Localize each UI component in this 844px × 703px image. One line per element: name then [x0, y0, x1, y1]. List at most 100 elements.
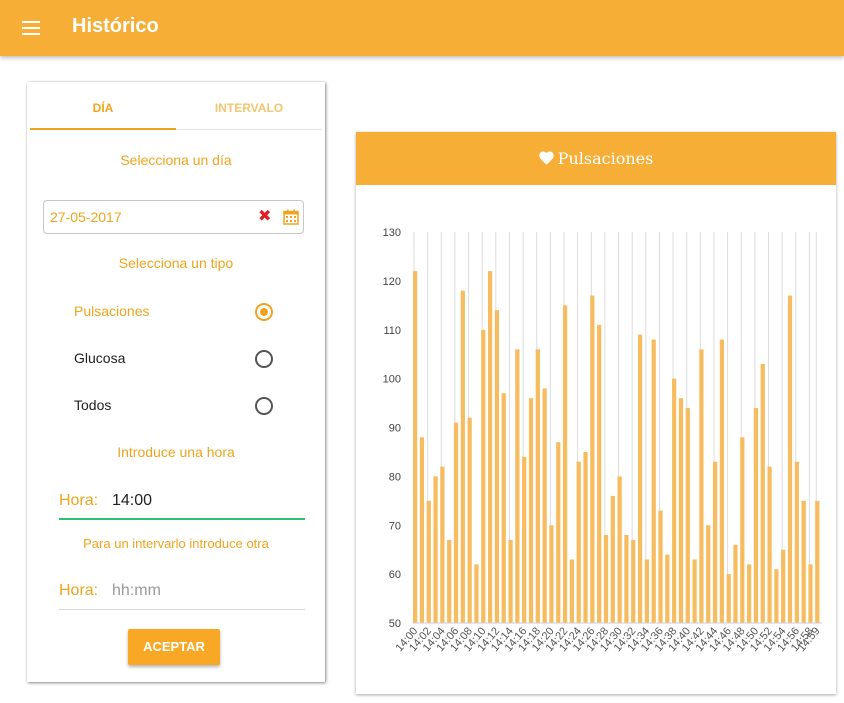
- radio-selected-icon[interactable]: [255, 303, 273, 321]
- hour2-field[interactable]: Hora: hh:mm: [59, 574, 305, 610]
- app-bar: Histórico: [0, 0, 844, 56]
- chart-bar: [753, 407, 759, 623]
- chart-bar: [494, 310, 500, 623]
- chart-bar: [426, 500, 431, 623]
- chart-bar: [617, 476, 622, 623]
- chart-bar: [781, 549, 786, 623]
- y-tick-label: 80: [389, 471, 401, 483]
- chart-bar: [542, 388, 547, 623]
- hour2-prefix: Hora:: [59, 582, 99, 599]
- tab-indicator: [30, 128, 176, 130]
- chart-bar: [549, 525, 554, 623]
- card-title: Pulsaciones: [557, 149, 654, 168]
- tab-dia[interactable]: DÍA: [30, 82, 176, 130]
- chart-bar: [672, 378, 677, 623]
- chart-bar: [610, 495, 615, 623]
- chart-bar: [808, 564, 813, 623]
- radio-unselected-icon[interactable]: [255, 397, 273, 415]
- hour-field[interactable]: Hora: 14:00: [59, 484, 305, 520]
- hour-prefix: Hora:: [59, 492, 99, 509]
- chart-bar: [726, 574, 731, 623]
- y-tick-label: 90: [389, 423, 401, 435]
- y-tick-label: 60: [389, 569, 401, 581]
- chart-bar: [597, 324, 602, 623]
- date-value[interactable]: 27-05-2017: [50, 209, 122, 225]
- chart-bar: [760, 363, 765, 623]
- y-tick-label: 50: [389, 618, 401, 630]
- chart-bar: [481, 329, 486, 623]
- chart-bar: [774, 569, 779, 623]
- chart-bar: [644, 559, 649, 623]
- chart-bar: [685, 407, 690, 623]
- clear-icon[interactable]: ✖: [258, 208, 271, 226]
- chart-bar: [569, 559, 575, 623]
- chart-bar: [712, 461, 718, 623]
- chart-bar: [794, 461, 799, 623]
- chart-bar: [562, 305, 568, 623]
- radio-label: Glucosa: [74, 350, 126, 366]
- chart-bar: [651, 339, 656, 623]
- chart-bar: [433, 476, 438, 623]
- hour2-input[interactable]: hh:mm: [112, 582, 161, 600]
- chart-bar: [419, 437, 425, 623]
- chart-bar: [508, 539, 513, 623]
- hour-input[interactable]: 14:00: [112, 492, 152, 510]
- chart-card: Pulsaciones 50 60 70 80 90 100 110 120 130 14:00 1…: [356, 132, 836, 694]
- chart-bar: [787, 295, 793, 623]
- focus-underline: [59, 518, 305, 520]
- interval-section-label: Para un intervarlo introduce otra: [83, 536, 269, 551]
- y-tick-label: 110: [383, 325, 401, 337]
- filter-panel: DÍA INTERVALO Selecciona un día 27-05-20…: [27, 82, 325, 682]
- chart-bar: [747, 564, 752, 623]
- chart-bar: [733, 544, 738, 623]
- chart-bar: [692, 559, 697, 623]
- radio-unselected-icon[interactable]: [255, 350, 273, 368]
- chart-bar: [637, 334, 643, 623]
- radio-label: Todos: [74, 397, 112, 413]
- chart-bar: [740, 437, 745, 623]
- chart-bar: [590, 295, 595, 623]
- chart-bar: [447, 539, 452, 623]
- chart-bar: [699, 349, 704, 623]
- radio-glucosa[interactable]: Glucosa: [74, 347, 274, 371]
- chart-bar: [706, 525, 711, 623]
- chart-bar: [440, 466, 445, 623]
- pulse-bar-chart: 506070809010011012013014:0014:0214:0414:…: [383, 227, 823, 654]
- page-title: Histórico: [72, 15, 159, 37]
- hour-section-label: Introduce una hora: [117, 444, 235, 460]
- y-tick-label: 130: [383, 227, 401, 239]
- radio-todos[interactable]: Todos: [74, 394, 274, 418]
- chart-bar: [467, 417, 472, 623]
- y-tick-label: 100: [383, 374, 401, 386]
- chart-bar: [583, 451, 588, 623]
- y-tick-label: 70: [389, 520, 401, 532]
- chart-bar: [665, 554, 670, 623]
- chart-bar: [487, 271, 493, 623]
- radio-label: Pulsaciones: [74, 303, 150, 319]
- card-header: Pulsaciones: [356, 132, 836, 185]
- chart-bar: [658, 510, 663, 623]
- chart-bar: [535, 349, 540, 623]
- tab-intervalo[interactable]: INTERVALO: [176, 82, 322, 130]
- chart-bar: [576, 461, 581, 623]
- chart-bar: [678, 398, 684, 623]
- chart-bar: [556, 442, 561, 623]
- accept-button[interactable]: ACEPTAR: [128, 629, 220, 665]
- calendar-icon[interactable]: [283, 209, 299, 225]
- chart-bar: [474, 564, 479, 623]
- chart-bar: [528, 398, 534, 623]
- chart-bar: [413, 271, 418, 623]
- chart-bar: [631, 539, 636, 623]
- chart-bar: [603, 535, 609, 623]
- chart-bar: [522, 456, 527, 623]
- date-field[interactable]: 27-05-2017 ✖: [43, 200, 304, 234]
- chart-bar: [767, 466, 772, 623]
- heart-icon: [538, 151, 554, 165]
- menu-icon[interactable]: [20, 16, 44, 40]
- chart-bar: [719, 339, 724, 623]
- radio-pulsaciones[interactable]: Pulsaciones: [74, 300, 274, 324]
- y-tick-label: 120: [383, 276, 401, 288]
- type-section-label: Selecciona un tipo: [118, 255, 234, 271]
- chart-bar: [815, 500, 820, 623]
- chart-bar: [624, 535, 629, 623]
